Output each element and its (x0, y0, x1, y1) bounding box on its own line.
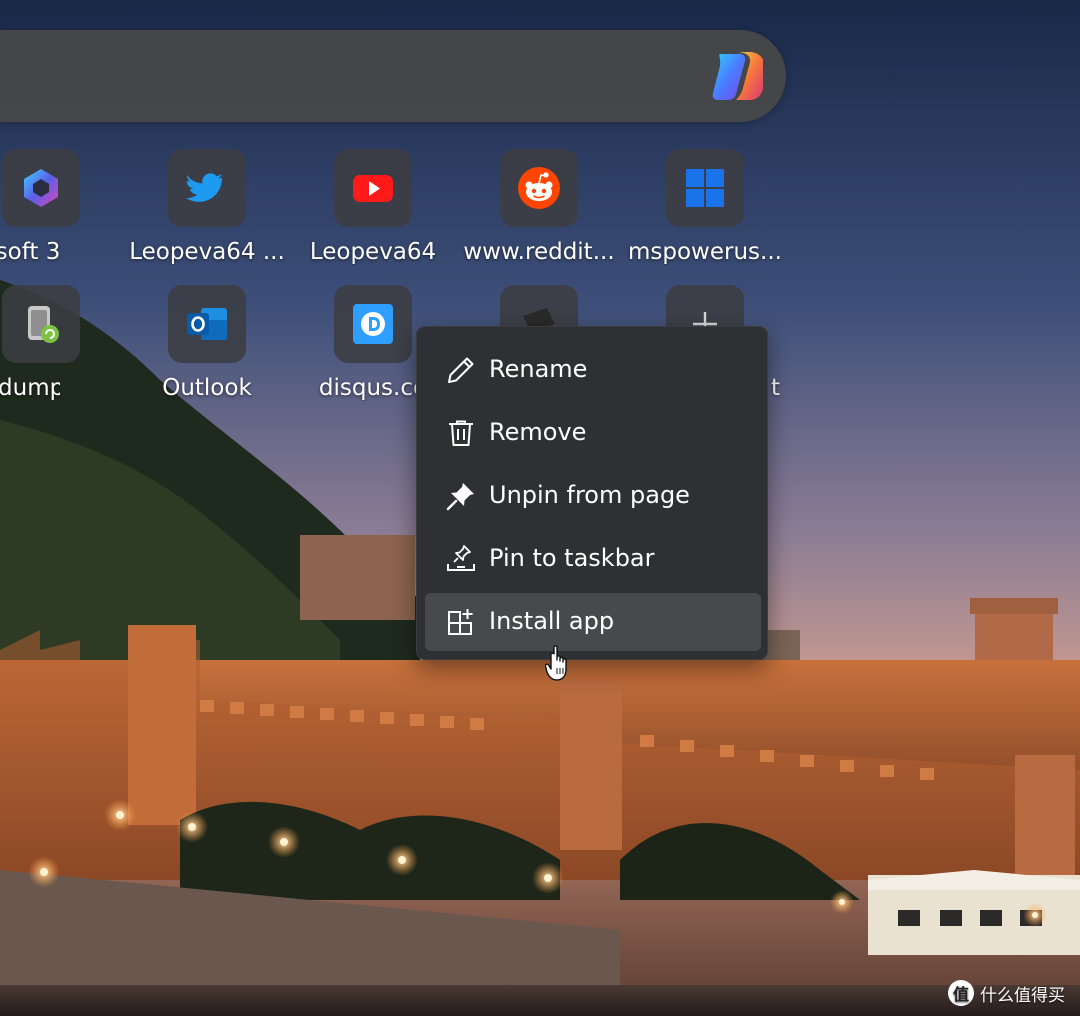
quick-link-youtube[interactable]: Leopeva64 (290, 149, 456, 279)
copilot-button[interactable] (706, 44, 770, 108)
quick-link-reddit[interactable]: www.reddit... (456, 149, 622, 279)
tile-context-menu: Rename Remove Unpin from page Pin to tas… (416, 326, 768, 660)
tile-icon-box (2, 285, 80, 363)
menu-item-unpin-from-page[interactable]: Unpin from page (425, 467, 761, 525)
copilot-icon (712, 52, 763, 100)
pin-icon (446, 483, 474, 511)
watermark-logo-icon: 值 (948, 980, 974, 1006)
menu-item-label: Pin to taskbar (489, 544, 655, 572)
tile-label: UP dump (0, 375, 60, 401)
tile-label: crosoft 3... (0, 239, 60, 265)
tile-label: mspowerus... (628, 239, 782, 265)
tile-icon-box (2, 149, 80, 227)
windows-icon (686, 169, 724, 207)
menu-item-label: Rename (489, 355, 588, 383)
install-app-icon (448, 609, 473, 635)
trash-icon (449, 420, 473, 446)
menu-item-install-app[interactable]: Install app (425, 593, 761, 651)
tile-icon-box (500, 149, 578, 227)
outlook-icon (187, 308, 227, 340)
uup-dump-icon (28, 306, 59, 343)
menu-item-pin-to-taskbar[interactable]: Pin to taskbar (425, 530, 761, 588)
twitter-icon (186, 173, 226, 202)
disqus-icon (353, 304, 393, 344)
reddit-icon (518, 167, 560, 209)
watermark-text: 什么值得买 (980, 985, 1065, 1006)
tile-icon-box (168, 149, 246, 227)
quick-link-mspoweruser[interactable]: mspowerus... (622, 149, 788, 279)
watermark: 值 什么值得买 (948, 978, 1065, 1008)
hand-cursor-icon (545, 645, 567, 681)
pin-taskbar-icon (447, 545, 475, 571)
pencil-icon (448, 357, 474, 383)
tile-icon-box (168, 285, 246, 363)
tile-icon-box (334, 149, 412, 227)
menu-item-label: Install app (489, 607, 615, 635)
menu-item-label: Unpin from page (489, 481, 690, 509)
menu-item-label: Remove (489, 418, 587, 446)
menu-item-remove[interactable]: Remove (425, 404, 761, 462)
menu-item-rename[interactable]: Rename (425, 341, 761, 399)
tile-icon-box (334, 285, 412, 363)
tile-icon-box (666, 149, 744, 227)
quick-link-twitter[interactable]: Leopeva64 ... (124, 149, 290, 279)
search-bar[interactable] (0, 30, 786, 122)
youtube-icon (353, 175, 393, 202)
quick-link-outlook[interactable]: Outlook (124, 285, 290, 415)
microsoft365-icon (24, 169, 58, 207)
